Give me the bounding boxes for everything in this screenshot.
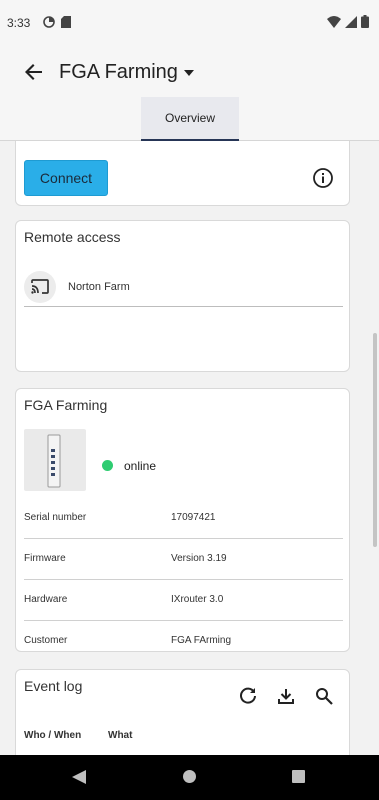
detail-value: 17097421: [171, 512, 216, 523]
nav-back-icon: [72, 770, 86, 784]
detail-value: IXrouter 3.0: [171, 594, 224, 605]
app-bar: FGA Farming: [0, 44, 379, 100]
refresh-icon: [240, 687, 256, 704]
scrollbar[interactable]: [373, 333, 377, 547]
page-title: FGA Farming: [59, 61, 178, 83]
overview-content[interactable]: Connect Remote access Norton Farm FGA Fa…: [0, 141, 379, 755]
detail-value: Version 3.19: [171, 553, 227, 564]
refresh-button[interactable]: [238, 686, 258, 706]
column-header-what: What: [108, 730, 133, 741]
detail-key: Customer: [24, 635, 68, 646]
status-bar: 3:33: [0, 0, 379, 44]
caret-down-icon: [183, 69, 194, 76]
detail-row-hardware: Hardware IXrouter 3.0: [24, 580, 343, 621]
detail-key: Hardware: [24, 594, 68, 605]
arrow-back-icon: [25, 64, 42, 80]
detail-key: Serial number: [24, 512, 87, 523]
download-icon: [278, 689, 294, 704]
status-text: online: [124, 459, 157, 473]
detail-row-serial: Serial number 17097421: [24, 498, 343, 539]
nav-back-button[interactable]: [72, 770, 86, 789]
info-icon: [313, 168, 333, 188]
device-title: FGA Farming: [24, 397, 108, 413]
cast-icon: [31, 279, 49, 294]
status-dot: [102, 460, 113, 471]
status-time: 3:33: [7, 16, 31, 30]
download-button[interactable]: [276, 686, 296, 706]
info-button[interactable]: [312, 167, 334, 189]
event-log-card: Event log Who / When What: [15, 669, 350, 755]
detail-row-customer: Customer FGA FArming: [24, 621, 343, 662]
nav-recents-icon[interactable]: [292, 770, 305, 783]
search-button[interactable]: [314, 686, 334, 706]
data-saver-icon: [43, 15, 55, 33]
tab-bar: Overview: [0, 97, 379, 141]
remote-access-label: Norton Farm: [68, 280, 130, 293]
signal-icon: [345, 15, 357, 33]
detail-value: FGA FArming: [171, 635, 232, 646]
tab-overview[interactable]: Overview: [141, 97, 239, 141]
battery-icon: [361, 15, 369, 33]
remote-access-title: Remote access: [24, 229, 121, 245]
remote-access-card: Remote access Norton Farm: [15, 220, 350, 372]
wifi-icon: [327, 15, 341, 33]
search-icon: [316, 688, 333, 705]
sd-card-icon: [61, 15, 71, 33]
connect-card: Connect: [15, 141, 350, 206]
detail-key: Firmware: [24, 553, 66, 564]
back-button[interactable]: [20, 58, 48, 86]
connect-button[interactable]: Connect: [24, 160, 108, 196]
remote-access-item[interactable]: Norton Farm: [24, 267, 343, 307]
router-image: [24, 429, 86, 491]
event-log-title: Event log: [24, 678, 83, 694]
nav-home-icon[interactable]: [183, 770, 196, 783]
column-header-who-when: Who / When: [24, 730, 82, 741]
device-card: FGA Farming online Serial number 1709742…: [15, 388, 350, 652]
detail-row-firmware: Firmware Version 3.19: [24, 539, 343, 580]
device-selector[interactable]: FGA Farming: [59, 61, 194, 84]
system-nav-bar: [0, 755, 379, 800]
